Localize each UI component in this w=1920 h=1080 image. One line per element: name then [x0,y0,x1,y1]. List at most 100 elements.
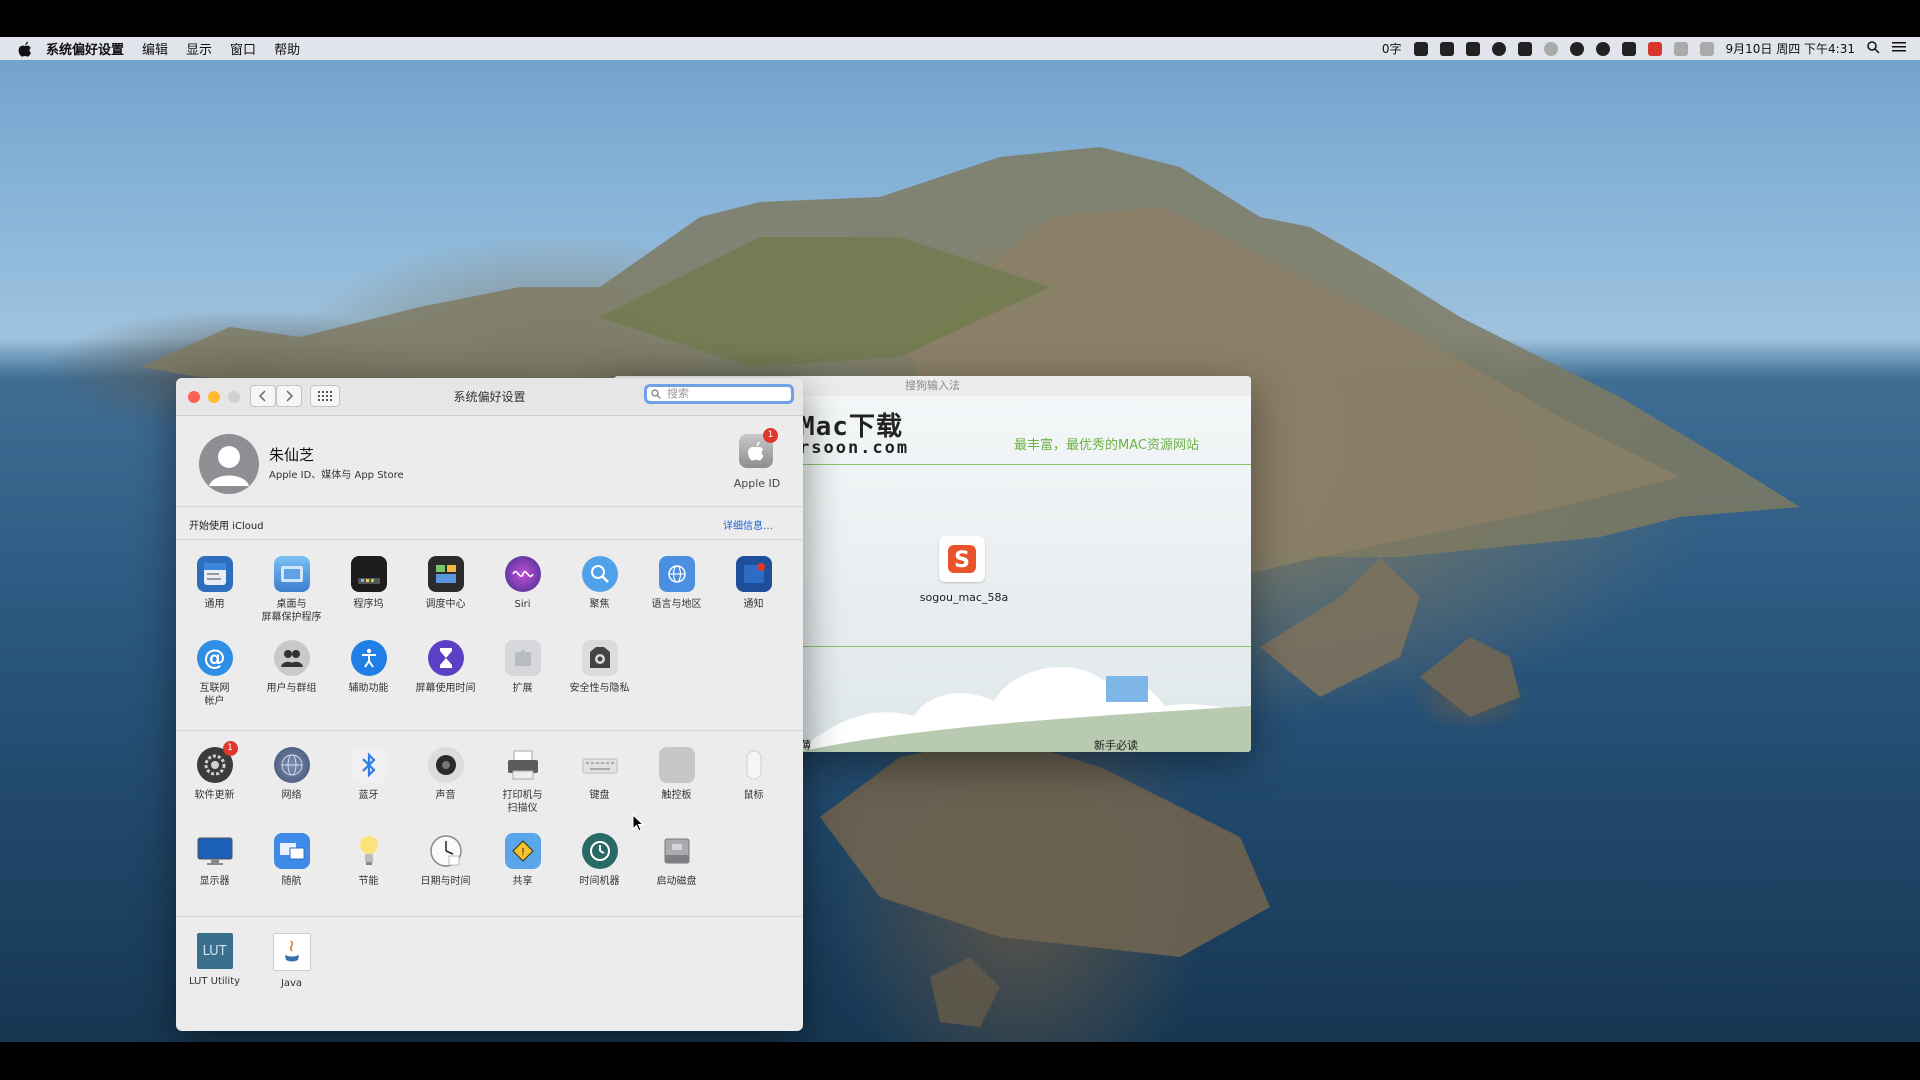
icloud-details-link[interactable]: 详细信息… [723,517,773,532]
pane-internet-accounts[interactable]: @ 互联网 帐户 [176,640,253,708]
pane-label: 日期与时间 [420,876,471,887]
pane-printers-scanners[interactable]: 打印机与 扫描仪 [484,747,561,815]
pane-label: 通用 [204,599,225,610]
pane-general[interactable]: 通用 [176,556,253,611]
pane-notifications[interactable]: 通知 [715,556,792,611]
tray-app-icon-5[interactable] [1517,41,1532,56]
search-input[interactable]: 搜索 [644,384,794,404]
pane-label: 启动磁盘 [656,876,697,887]
pane-language-region[interactable]: 语言与地区 [638,556,715,611]
tray-app-icon-1[interactable] [1413,41,1428,56]
tray-app-icon-6[interactable] [1543,41,1558,56]
pane-trackpad[interactable]: 触控板 [638,747,715,802]
displays-icon [197,833,233,869]
mission-control-icon [427,556,464,592]
pane-label: 声音 [435,790,456,801]
pane-startup-disk[interactable]: 启动磁盘 [638,833,715,888]
pane-mouse[interactable]: 鼠标 [715,747,792,802]
tray-app-icon-3[interactable] [1465,41,1480,56]
pane-label: Siri [514,599,531,610]
pane-sharing[interactable]: ! 共享 [484,833,561,888]
input-indicator[interactable]: 0字 [1382,40,1402,57]
pane-screen-time[interactable]: 屏幕使用时间 [407,640,484,695]
tray-app-icon-4[interactable] [1491,41,1506,56]
pane-java[interactable]: Java [253,933,330,990]
spotlight-search-icon[interactable] [1867,40,1880,57]
pane-label: 程序坞 [353,599,384,610]
personal-panes-section: 通用 桌面与 屏幕保护程序 程序坞 调度中心 Siri 聚焦 语言与地区 通知 … [176,540,803,731]
tray-app-icon-2[interactable] [1439,41,1454,56]
sogou-tray-icon[interactable] [1647,41,1662,56]
menu-app-name[interactable]: 系统偏好设置 [46,39,124,58]
pane-label: 屏幕使用时间 [415,683,476,694]
icloud-label: 开始使用 iCloud [189,521,264,532]
bluetooth-tray-icon[interactable] [1673,41,1688,56]
startup-disk-icon [659,833,695,869]
pane-accessibility[interactable]: 辅助功能 [330,640,407,695]
sogou-package-label[interactable]: sogou_mac_58a [904,591,1024,604]
pane-label: 打印机与 扫描仪 [502,790,543,814]
wifi-icon[interactable] [1699,41,1714,56]
sogou-package-icon[interactable]: S [939,536,985,582]
pane-label: 网络 [281,790,302,801]
pane-keyboard[interactable]: 键盘 [561,747,638,802]
pane-dock[interactable]: 程序坞 [330,556,407,611]
pane-extensions[interactable]: 扩展 [484,640,561,695]
pane-lut-utility[interactable]: LUT LUT Utility [176,933,253,988]
menu-help[interactable]: 帮助 [274,39,300,58]
pane-mission-control[interactable]: 调度中心 [407,556,484,611]
pane-network[interactable]: 网络 [253,747,330,802]
apple-menu-icon[interactable] [18,41,34,57]
pane-label: 键盘 [589,790,610,801]
pane-sound[interactable]: 声音 [407,747,484,802]
pane-siri[interactable]: Siri [484,556,561,611]
users-groups-icon [273,640,310,676]
pane-users-groups[interactable]: 用户与群组 [253,640,330,695]
screen-time-icon [427,640,464,676]
pane-label: 聚焦 [589,599,610,610]
apple-id-label[interactable]: Apple ID [722,477,792,490]
newbie-guide-label[interactable]: 新手必读 [1094,737,1138,752]
pane-label: 互联网 帐户 [199,683,230,707]
banner-slogan: 最丰富，最优秀的MAC资源网站 [1014,438,1199,453]
pane-label: 通知 [743,599,764,610]
menu-view[interactable]: 显示 [186,39,212,58]
pane-label: LUT Utility [188,976,241,987]
menu-clock[interactable]: 9月10日 周四 下午4:31 [1726,40,1855,57]
pane-desktop-screensaver[interactable]: 桌面与 屏幕保护程序 [253,556,330,624]
pane-sidecar[interactable]: 随航 [253,833,330,888]
pane-label: 语言与地区 [651,599,702,610]
pane-label: 共享 [512,876,533,887]
pane-label: 用户与群组 [266,683,317,694]
pane-security-privacy[interactable]: 安全性与隐私 [561,640,638,695]
search-icon [651,389,661,403]
date-time-icon [428,833,464,869]
pane-energy-saver[interactable]: 节能 [330,833,407,888]
pane-software-update[interactable]: 1 软件更新 [176,741,253,802]
pane-date-time[interactable]: 日期与时间 [407,833,484,888]
apple-id-icon[interactable]: 1 [739,428,778,468]
pane-spotlight[interactable]: 聚焦 [561,556,638,611]
language-region-icon [658,556,695,592]
notification-center-icon[interactable] [1892,41,1906,56]
pane-label: 鼠标 [743,790,764,801]
pane-label: 时间机器 [579,876,620,887]
pane-time-machine[interactable]: 时间机器 [561,833,638,888]
pane-displays[interactable]: 显示器 [176,833,253,888]
wechat-icon[interactable] [1595,41,1610,56]
pane-bluetooth[interactable]: 蓝牙 [330,747,407,802]
pane-label: 触控板 [661,790,692,801]
pane-label: 软件更新 [194,790,235,801]
sidecar-icon [273,833,310,869]
svg-text:S: S [954,548,970,573]
account-name[interactable]: 朱仙芝 [269,444,314,465]
avatar[interactable] [199,434,259,494]
menu-extras: 0字 9月10日 周四 下午4:31 [1382,37,1906,60]
notification-icon[interactable] [1621,41,1636,56]
pane-label: Java [280,978,303,989]
menu-window[interactable]: 窗口 [230,39,256,58]
menu-edit[interactable]: 编辑 [142,39,168,58]
siri-icon [504,556,541,592]
general-icon [196,556,233,592]
tray-app-icon-7[interactable] [1569,41,1584,56]
